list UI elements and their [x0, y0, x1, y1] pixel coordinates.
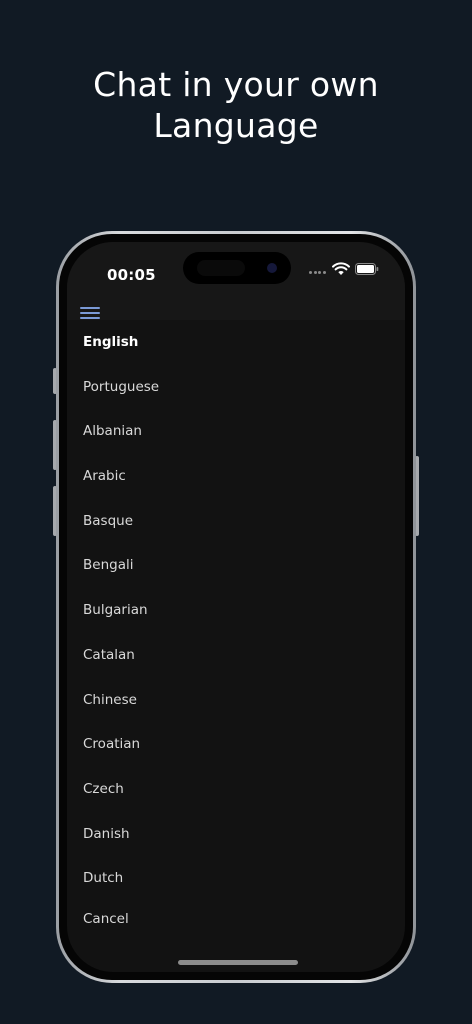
language-list: English Portuguese Albanian Arabic Basqu… [67, 320, 405, 901]
hamburger-menu-icon[interactable] [80, 307, 102, 321]
language-item-arabic[interactable]: Arabic [67, 454, 405, 499]
language-item-chinese[interactable]: Chinese [67, 678, 405, 723]
language-item-bulgarian[interactable]: Bulgarian [67, 588, 405, 633]
language-item-danish[interactable]: Danish [67, 812, 405, 857]
phone-frame: 00:05 English Portuguese Albanian Arabic… [56, 231, 416, 983]
battery-icon [355, 263, 379, 275]
headline-line-1: Chat in your own [93, 65, 379, 104]
wifi-icon [332, 262, 350, 275]
language-item-basque[interactable]: Basque [67, 499, 405, 544]
island-sensor [197, 260, 245, 276]
headline: Chat in your own Language [0, 64, 472, 146]
app-header [67, 290, 405, 320]
language-item-czech[interactable]: Czech [67, 767, 405, 812]
language-item-croatian[interactable]: Croatian [67, 722, 405, 767]
language-item-portuguese[interactable]: Portuguese [67, 365, 405, 410]
language-item-albanian[interactable]: Albanian [67, 409, 405, 454]
phone-bezel: 00:05 English Portuguese Albanian Arabic… [59, 234, 413, 980]
headline-line-2: Language [153, 106, 319, 145]
language-item-bengali[interactable]: Bengali [67, 543, 405, 588]
cellular-signal-icon [309, 271, 327, 275]
language-item-dutch[interactable]: Dutch [67, 856, 405, 901]
cancel-button[interactable]: Cancel [83, 911, 129, 927]
home-indicator[interactable] [178, 960, 298, 965]
status-time: 00:05 [107, 266, 156, 284]
dynamic-island [183, 252, 291, 284]
language-item-catalan[interactable]: Catalan [67, 633, 405, 678]
phone-screen: 00:05 English Portuguese Albanian Arabic… [67, 242, 405, 972]
language-item-english[interactable]: English [67, 320, 405, 365]
front-camera-icon [267, 263, 277, 273]
